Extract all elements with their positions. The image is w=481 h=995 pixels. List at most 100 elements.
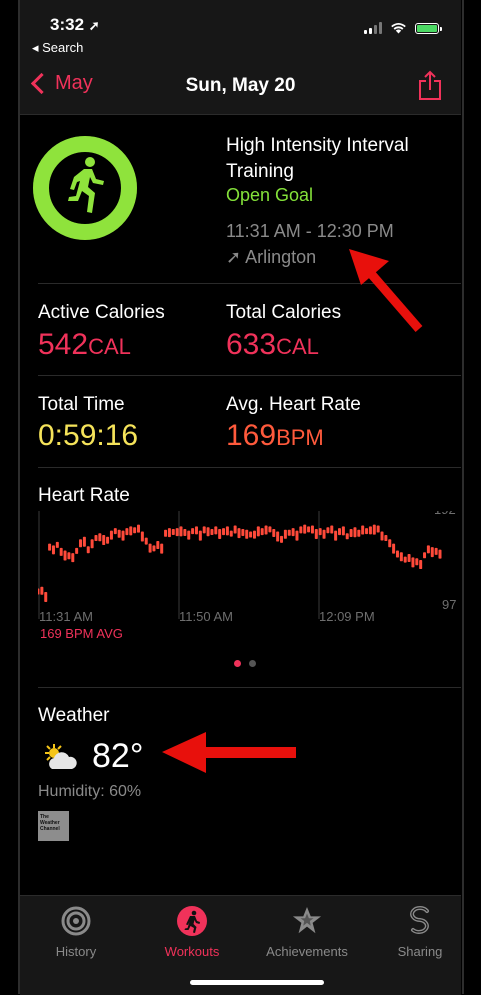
heart-rate-point	[63, 550, 67, 561]
heart-rate-point	[280, 535, 284, 543]
heart-rate-point	[260, 528, 264, 536]
tab-achievements[interactable]: Achievements	[257, 906, 357, 959]
heart-rate-point	[137, 524, 140, 533]
annotation-arrow-temperature	[162, 732, 296, 773]
heart-rate-point	[117, 529, 121, 538]
heart-rate-point	[345, 533, 349, 540]
phone-screen: 3:32 ➚ ◂ Search May Sun, May 20 High Int…	[0, 0, 481, 995]
running-figure-icon	[68, 157, 104, 213]
tab-sharing[interactable]: Sharing	[370, 906, 470, 959]
heart-rate-point	[233, 525, 237, 534]
heart-rate-point	[106, 536, 110, 544]
heart-rate-point	[330, 525, 334, 534]
achievements-icon	[292, 906, 322, 934]
heart-rate-point	[156, 541, 160, 550]
tab-workouts[interactable]: Workouts	[142, 906, 242, 959]
divider	[38, 467, 461, 468]
heart-rate-point	[256, 526, 260, 537]
home-indicator[interactable]	[190, 980, 324, 985]
heart-rate-point	[376, 525, 380, 533]
annotation-arrow-location	[349, 249, 423, 332]
tab-history-label: History	[55, 944, 97, 959]
share-icon[interactable]	[417, 70, 443, 100]
heart-rate-point	[384, 534, 388, 541]
heart-rate-point	[380, 531, 384, 541]
heart-rate-chart: 11:31 AM 11:50 AM 12:09 PM 192 97	[38, 511, 456, 624]
heart-rate-point	[86, 546, 90, 554]
page-dot[interactable]	[249, 660, 256, 667]
heart-rate-point	[167, 528, 171, 538]
heart-rate-point	[372, 524, 376, 535]
heart-rate-point	[276, 531, 280, 542]
heart-rate-point	[125, 528, 129, 536]
heart-rate-point	[40, 586, 44, 595]
heart-rate-point	[365, 528, 369, 535]
x-tick-label: 12:09 PM	[319, 609, 375, 624]
heart-rate-point	[415, 558, 419, 566]
y-min-label: 97	[442, 597, 456, 612]
heart-rate-point	[361, 525, 365, 535]
heart-rate-point	[75, 547, 79, 554]
heart-rate-point	[403, 556, 407, 563]
tab-workouts-label: Workouts	[164, 944, 220, 959]
workout-goal: Open Goal	[226, 185, 314, 205]
x-tick-label: 11:31 AM	[39, 609, 93, 624]
tab-history[interactable]: History	[26, 906, 126, 959]
heart-rate-point	[307, 526, 311, 533]
heart-rate-point	[430, 547, 434, 558]
heart-rate-point	[314, 528, 318, 539]
heart-rate-point	[160, 543, 164, 554]
page-title: Sun, May 20	[185, 75, 296, 96]
page-control[interactable]	[234, 660, 256, 667]
heart-rate-point	[252, 530, 256, 539]
heart-rate-point	[38, 588, 40, 595]
heart-rate-point	[109, 530, 113, 540]
heart-rate-point	[102, 534, 106, 545]
heart-rate-point	[121, 530, 125, 541]
heart-rate-point	[90, 539, 94, 549]
avg-heart-rate-value: 169BPM	[226, 419, 324, 452]
heart-rate-point	[210, 528, 214, 535]
heart-rate-point	[291, 528, 295, 537]
heart-rate-point	[214, 526, 218, 535]
heart-rate-point	[392, 543, 396, 554]
heart-rate-point	[140, 531, 144, 542]
heart-rate-point	[55, 541, 59, 548]
heart-rate-point	[395, 550, 399, 558]
heart-rate-point	[318, 528, 322, 536]
y-max-label: 192	[434, 511, 456, 517]
active-calories-label: Active Calories	[38, 302, 165, 323]
heart-rate-point	[59, 547, 63, 556]
workout-ring	[33, 136, 137, 240]
heart-rate-point	[98, 533, 102, 542]
total-calories-value: 633CAL	[226, 328, 319, 361]
workouts-icon	[177, 906, 207, 936]
heart-rate-point	[225, 526, 229, 536]
heart-rate-point	[407, 553, 411, 562]
heart-rate-point	[198, 530, 202, 541]
total-time-value: 0:59:16	[38, 419, 139, 452]
back-to-search-link[interactable]: ◂ Search	[32, 40, 83, 56]
heart-rate-point	[79, 539, 83, 548]
heart-rate-point	[237, 528, 241, 539]
heart-rate-point	[218, 528, 222, 539]
heart-rate-point	[264, 525, 268, 535]
x-tick-label: 11:50 AM	[179, 609, 233, 624]
heart-rate-point	[144, 537, 148, 545]
page-dot[interactable]	[234, 660, 241, 667]
heart-rate-point	[295, 530, 299, 541]
heart-rate-point	[326, 527, 330, 534]
heart-rate-point	[48, 543, 52, 551]
navigation-bar: May Sun, May 20	[20, 58, 461, 115]
heart-rate-point	[71, 553, 75, 563]
avg-heart-rate-label: Avg. Heart Rate	[226, 394, 361, 415]
heart-rate-point	[334, 530, 338, 541]
heart-rate-point	[229, 530, 233, 537]
heart-rate-point	[338, 528, 341, 536]
heart-rate-point	[287, 529, 291, 536]
battery-icon	[415, 22, 442, 34]
status-bar: 3:32 ➚ ◂ Search	[20, 0, 461, 58]
heart-rate-point	[310, 525, 314, 534]
heart-rate-point	[164, 529, 168, 537]
heart-rate-point	[399, 552, 403, 562]
